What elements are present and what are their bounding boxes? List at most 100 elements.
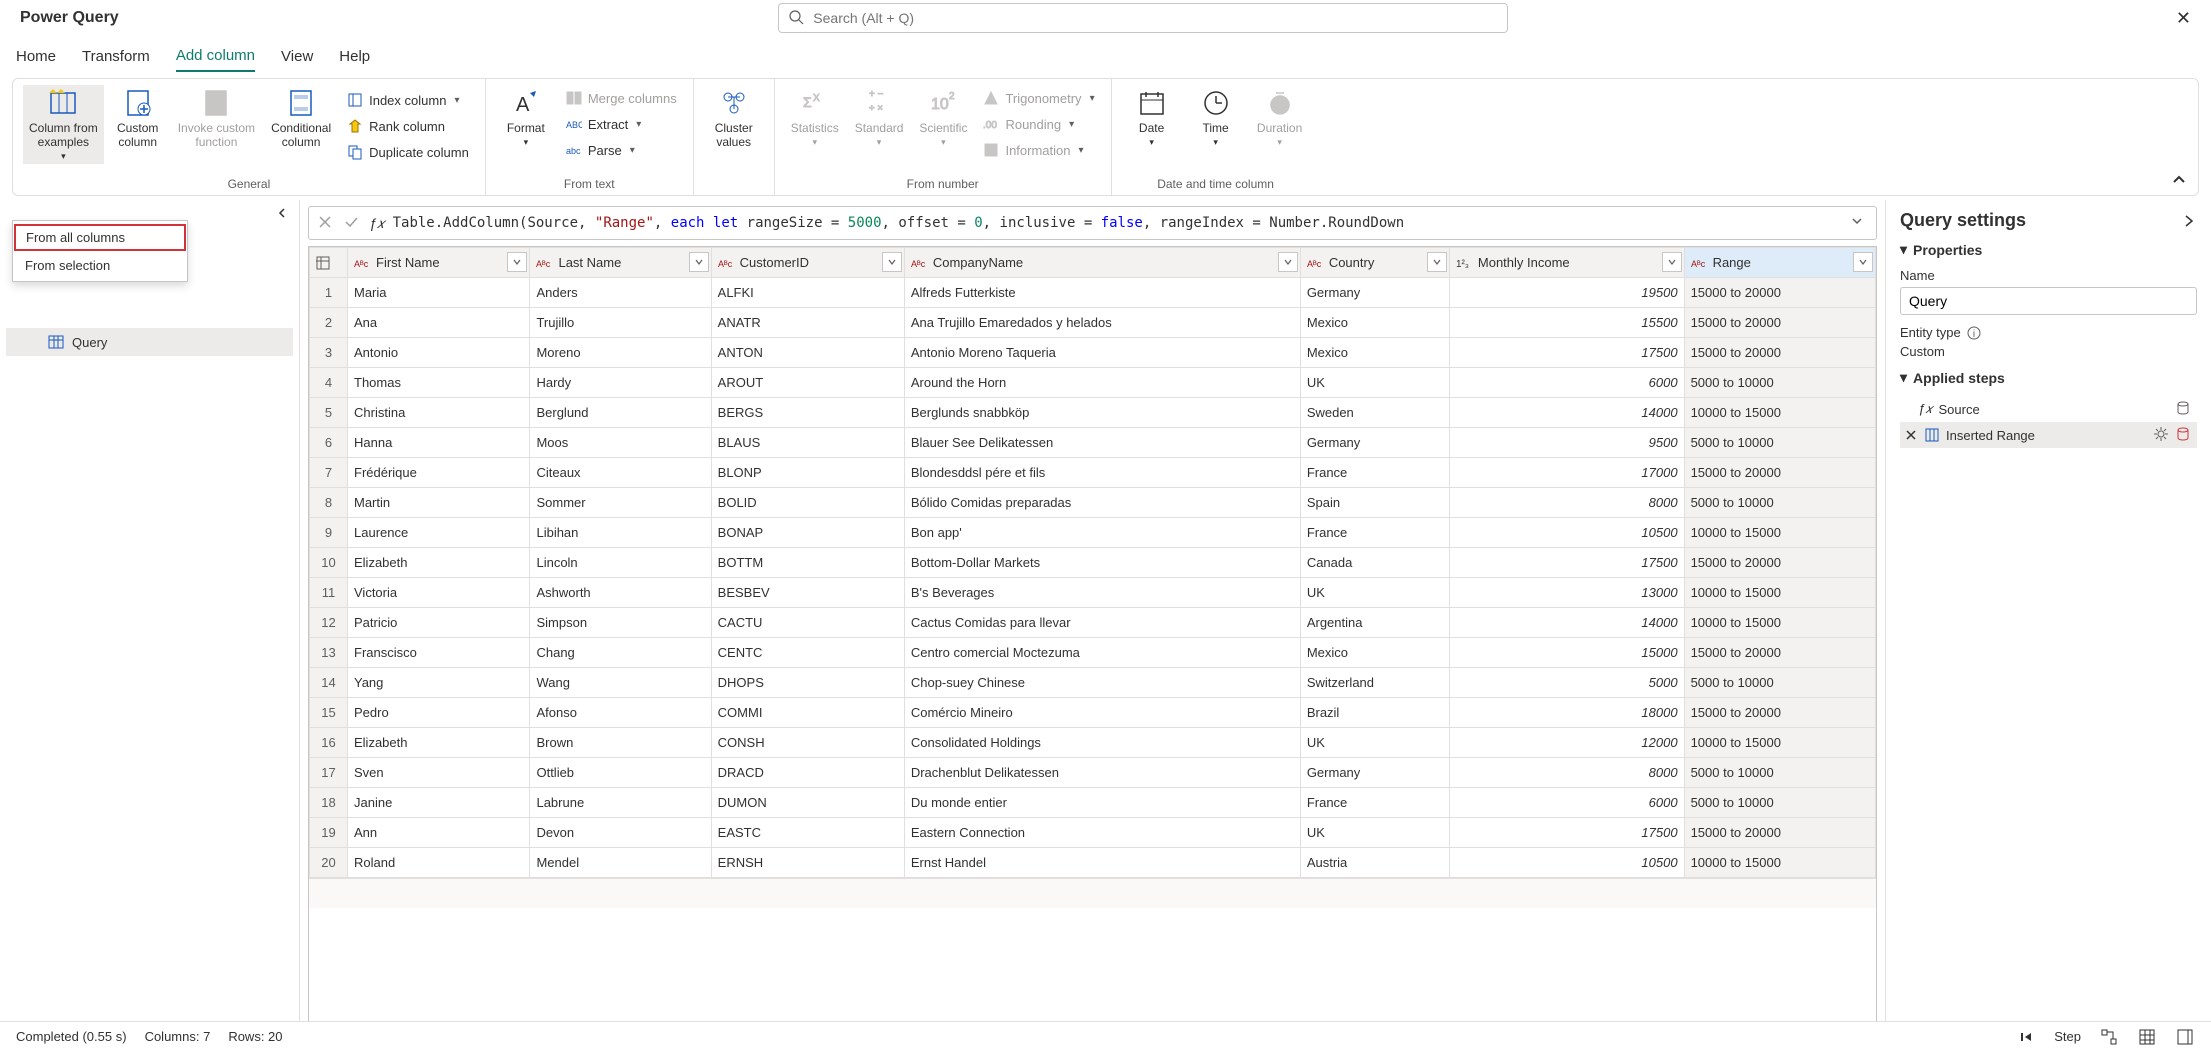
rank-column-button[interactable]: Rank column xyxy=(341,113,475,139)
info-icon[interactable]: i xyxy=(1967,326,1981,340)
cell[interactable]: 5000 to 10000 xyxy=(1684,758,1875,788)
cell[interactable]: Labrune xyxy=(530,788,711,818)
cell[interactable]: Berglunds snabbköp xyxy=(904,398,1300,428)
column-filter-button[interactable] xyxy=(1278,252,1298,272)
text-type-icon[interactable]: Aᴮc xyxy=(911,256,929,270)
table-row[interactable]: 17SvenOttliebDRACDDrachenblut Delikatess… xyxy=(310,758,1876,788)
row-number-cell[interactable]: 13 xyxy=(310,638,348,668)
search-input[interactable] xyxy=(778,3,1508,33)
cell[interactable]: Chang xyxy=(530,638,711,668)
cell[interactable]: BONAP xyxy=(711,518,904,548)
row-number-cell[interactable]: 2 xyxy=(310,308,348,338)
cell[interactable]: 8000 xyxy=(1449,758,1684,788)
table-row[interactable]: 18JanineLabruneDUMONDu monde entierFranc… xyxy=(310,788,1876,818)
cell[interactable]: 10000 to 15000 xyxy=(1684,578,1875,608)
cell[interactable]: 15000 xyxy=(1449,638,1684,668)
conditional-column-button[interactable]: Conditional column xyxy=(265,85,337,151)
step-diagram-icon[interactable] xyxy=(2099,1027,2119,1047)
row-number-cell[interactable]: 5 xyxy=(310,398,348,428)
queries-collapse-button[interactable] xyxy=(265,202,299,224)
cell[interactable]: 10500 xyxy=(1449,848,1684,878)
text-type-icon[interactable]: Aᴮc xyxy=(1691,256,1709,270)
cell[interactable]: Blondesddsl pére et fils xyxy=(904,458,1300,488)
cell[interactable]: 18000 xyxy=(1449,698,1684,728)
cell[interactable]: DHOPS xyxy=(711,668,904,698)
parse-button[interactable]: abc Parse xyxy=(560,137,683,163)
cell[interactable]: Austria xyxy=(1300,848,1449,878)
delete-step-icon[interactable] xyxy=(1904,428,1918,442)
cell[interactable]: 15000 to 20000 xyxy=(1684,278,1875,308)
cell[interactable]: Spain xyxy=(1300,488,1449,518)
cell[interactable]: Sweden xyxy=(1300,398,1449,428)
cell[interactable]: Canada xyxy=(1300,548,1449,578)
tab-view[interactable]: View xyxy=(281,42,313,71)
table-row[interactable]: 6HannaMoosBLAUSBlauer See DelikatessenGe… xyxy=(310,428,1876,458)
gear-icon[interactable] xyxy=(2153,426,2171,444)
cell[interactable]: 15000 to 20000 xyxy=(1684,548,1875,578)
column-header[interactable]: AᴮcCustomerID xyxy=(711,248,904,278)
column-filter-button[interactable] xyxy=(882,252,902,272)
status-grid-icon[interactable] xyxy=(2137,1027,2157,1047)
cell[interactable]: 10000 to 15000 xyxy=(1684,518,1875,548)
step-data-icon[interactable] xyxy=(2175,426,2193,444)
cell[interactable]: 10000 to 15000 xyxy=(1684,608,1875,638)
cell[interactable]: BLAUS xyxy=(711,428,904,458)
cell[interactable]: Simpson xyxy=(530,608,711,638)
query-name-input[interactable] xyxy=(1900,287,2197,315)
table-row[interactable]: 19AnnDevonEASTCEastern ConnectionUK17500… xyxy=(310,818,1876,848)
row-number-cell[interactable]: 16 xyxy=(310,728,348,758)
cell[interactable]: Patricio xyxy=(348,608,530,638)
cell[interactable]: CACTU xyxy=(711,608,904,638)
cluster-values-button[interactable]: Cluster values xyxy=(704,85,764,151)
cell[interactable]: 15000 to 20000 xyxy=(1684,818,1875,848)
table-row[interactable]: 9LaurenceLibihanBONAPBon app'France10500… xyxy=(310,518,1876,548)
cell[interactable]: UK xyxy=(1300,728,1449,758)
cell[interactable]: DRACD xyxy=(711,758,904,788)
formula-bar[interactable]: ƒ𝑥 Table.AddColumn(Source, "Range", each… xyxy=(308,206,1877,240)
cell[interactable]: Christina xyxy=(348,398,530,428)
cell[interactable]: 15000 to 20000 xyxy=(1684,638,1875,668)
row-number-cell[interactable]: 4 xyxy=(310,368,348,398)
extract-button[interactable]: ABC Extract xyxy=(560,111,683,137)
text-type-icon[interactable]: Aᴮc xyxy=(536,256,554,270)
row-number-cell[interactable]: 8 xyxy=(310,488,348,518)
cell[interactable]: ANATR xyxy=(711,308,904,338)
cell[interactable]: Brazil xyxy=(1300,698,1449,728)
cell[interactable]: Afonso xyxy=(530,698,711,728)
cell[interactable]: Ana Trujillo Emaredados y helados xyxy=(904,308,1300,338)
cell[interactable]: Germany xyxy=(1300,758,1449,788)
cell[interactable]: Mexico xyxy=(1300,308,1449,338)
format-button[interactable]: A Format ▾ xyxy=(496,85,556,150)
cell[interactable]: 5000 to 10000 xyxy=(1684,368,1875,398)
row-number-cell[interactable]: 1 xyxy=(310,278,348,308)
cell[interactable]: France xyxy=(1300,518,1449,548)
table-row[interactable]: 11VictoriaAshworthBESBEVB's BeveragesUK1… xyxy=(310,578,1876,608)
cell[interactable]: Blauer See Delikatessen xyxy=(904,428,1300,458)
cell[interactable]: 5000 to 10000 xyxy=(1684,788,1875,818)
cell[interactable]: Ernst Handel xyxy=(904,848,1300,878)
applied-step[interactable]: Inserted Range xyxy=(1900,422,2197,448)
table-row[interactable]: 2AnaTrujilloANATRAna Trujillo Emaredados… xyxy=(310,308,1876,338)
cell[interactable]: Antonio xyxy=(348,338,530,368)
cell[interactable]: Antonio Moreno Taqueria xyxy=(904,338,1300,368)
text-type-icon[interactable]: Aᴮc xyxy=(1307,256,1325,270)
cell[interactable]: Cactus Comidas para llevar xyxy=(904,608,1300,638)
cell[interactable]: Berglund xyxy=(530,398,711,428)
cell[interactable]: UK xyxy=(1300,818,1449,848)
column-filter-button[interactable] xyxy=(1662,252,1682,272)
cell[interactable]: Victoria xyxy=(348,578,530,608)
cell[interactable]: 8000 xyxy=(1449,488,1684,518)
ribbon-collapse-button[interactable] xyxy=(2170,171,2188,189)
cell[interactable]: 19500 xyxy=(1449,278,1684,308)
table-row[interactable]: 12PatricioSimpsonCACTUCactus Comidas par… xyxy=(310,608,1876,638)
cell[interactable]: Moos xyxy=(530,428,711,458)
cell[interactable]: Laurence xyxy=(348,518,530,548)
cell[interactable]: Germany xyxy=(1300,278,1449,308)
cell[interactable]: Alfreds Futterkiste xyxy=(904,278,1300,308)
properties-header[interactable]: ▾ Properties xyxy=(1900,241,2197,258)
column-filter-button[interactable] xyxy=(507,252,527,272)
settings-expand-icon[interactable] xyxy=(2181,213,2197,229)
cell[interactable]: Mexico xyxy=(1300,338,1449,368)
row-number-cell[interactable]: 19 xyxy=(310,818,348,848)
table-row[interactable]: 13FransciscoChangCENTCCentro comercial M… xyxy=(310,638,1876,668)
